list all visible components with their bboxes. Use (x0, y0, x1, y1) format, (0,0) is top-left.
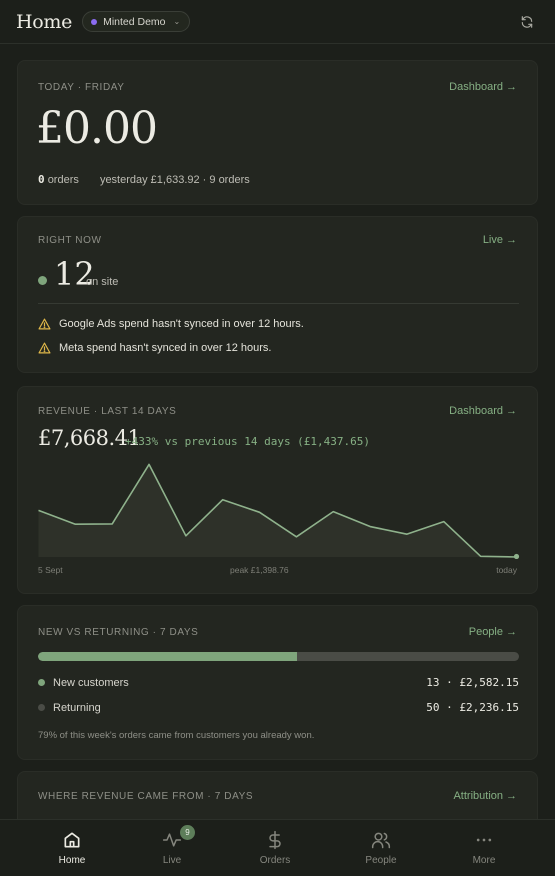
nav-label: More (472, 855, 496, 866)
main-content[interactable]: TODAY · FRIDAY Dashboard → £0.00 0 orders… (0, 44, 555, 819)
revenue-dashboard-link[interactable]: Dashboard → (449, 405, 517, 417)
legend-label: Returning (53, 701, 101, 714)
revenue-latest-point (513, 553, 520, 559)
workspace-status-dot (91, 18, 98, 25)
legend-label: New customers (53, 676, 129, 689)
legend-value: 50 · £2,236.15 (426, 701, 519, 714)
warning-text: Meta spend hasn't synced in over 12 hour… (59, 342, 272, 354)
legend-new-customers: New customers 13 · £2,582.15 (38, 676, 519, 689)
people-link[interactable]: People → (469, 626, 517, 638)
today-label: TODAY · FRIDAY (38, 82, 125, 93)
nav-label: People (365, 855, 397, 866)
nav-label: Home (58, 855, 86, 866)
legend-dot (38, 679, 45, 686)
legend-value: 13 · £2,582.15 (426, 676, 519, 689)
today-dashboard-link[interactable]: Dashboard → (449, 81, 517, 93)
today-revenue: £0.00 (36, 103, 158, 154)
chart-peak-label: peak £1,398.76 (230, 565, 289, 575)
right-now-card: RIGHT NOW Live → 12 on site Google Ads sp… (17, 216, 538, 373)
more-icon (476, 838, 492, 842)
live-link-label: Live (482, 234, 503, 246)
chevron-down-icon: ⌄ (173, 17, 181, 26)
customer-split-bar (38, 652, 519, 661)
live-link[interactable]: Live → (483, 234, 517, 246)
attribution-card: WHERE REVENUE CAME FROM · 7 DAYS Attribu… (17, 771, 538, 819)
arrow-right-icon: → (506, 234, 517, 246)
home-icon (64, 832, 80, 848)
revenue-card: REVENUE · LAST 14 DAYS Dashboard → £7,668… (17, 386, 538, 594)
nav-orders[interactable]: Orders (235, 820, 315, 876)
legend-dot (38, 704, 45, 711)
warning-icon (38, 342, 51, 354)
top-bar: Home Minted Demo ⌄ (0, 0, 555, 44)
arrow-right-icon: → (506, 626, 517, 638)
revenue-dashboard-link-label: Dashboard (449, 405, 503, 417)
warning-icon (38, 318, 51, 330)
right-now-label: RIGHT NOW (38, 235, 102, 246)
chart-end-label: today (496, 565, 517, 575)
live-badge: 9 (180, 825, 195, 840)
legend-returning: Returning 50 · £2,236.15 (38, 701, 519, 714)
visitors-label: on site (86, 276, 119, 288)
live-status-dot (38, 276, 47, 285)
warning-google-ads: Google Ads spend hasn't synced in over 1… (38, 318, 304, 330)
nav-home[interactable]: Home (32, 820, 112, 876)
today-summary: 0 orders yesterday £1,633.92 · 9 orders (38, 173, 250, 186)
app-title: Home (16, 10, 73, 33)
new-vs-returning-card: NEW VS RETURNING · 7 DAYS People → New cu… (17, 605, 538, 760)
arrow-right-icon: → (506, 81, 517, 93)
dollar-icon (269, 830, 281, 850)
refresh-button[interactable] (515, 10, 539, 34)
people-link-label: People (468, 626, 503, 638)
divider (38, 303, 519, 304)
arrow-right-icon: → (506, 790, 517, 802)
nav-label: Live (162, 855, 182, 866)
revenue-change: +433% vs previous 14 days (£1,437.65) (125, 435, 371, 448)
workspace-switcher[interactable]: Minted Demo ⌄ (82, 11, 191, 32)
new-vs-returning-label: NEW VS RETURNING · 7 DAYS (38, 627, 199, 638)
nav-more[interactable]: More (444, 820, 524, 876)
workspace-name: Minted Demo (103, 15, 166, 28)
warning-text: Google Ads spend hasn't synced in over 1… (59, 318, 304, 330)
nav-people[interactable]: People (341, 820, 421, 876)
revenue-area (38, 464, 518, 557)
today-dashboard-link-label: Dashboard (449, 81, 503, 93)
returning-note: 79% of this week's orders came from cust… (38, 730, 315, 741)
yesterday-summary: yesterday £1,633.92 · 9 orders (99, 174, 250, 186)
today-orders-count: 0 (38, 173, 45, 186)
attribution-label: WHERE REVENUE CAME FROM · 7 DAYS (38, 791, 254, 802)
pulse-icon (162, 833, 182, 847)
arrow-right-icon: → (506, 405, 517, 417)
nav-label: Orders (259, 855, 291, 866)
attribution-link[interactable]: Attribution → (453, 790, 517, 802)
revenue-label: REVENUE · LAST 14 DAYS (38, 406, 177, 417)
nav-live[interactable]: 9 Live (132, 820, 212, 876)
warning-meta: Meta spend hasn't synced in over 12 hour… (38, 342, 271, 354)
chart-start-label: 5 Sept (38, 565, 63, 575)
people-icon (371, 832, 391, 849)
attribution-link-label: Attribution (453, 790, 503, 802)
today-orders-label: orders (47, 174, 79, 186)
refresh-icon (521, 15, 533, 28)
bottom-nav: Home 9 Live Orders People More (0, 819, 555, 876)
revenue-area-chart (38, 463, 520, 559)
today-card: TODAY · FRIDAY Dashboard → £0.00 0 orders… (17, 60, 538, 205)
new-customers-fill (38, 652, 297, 661)
